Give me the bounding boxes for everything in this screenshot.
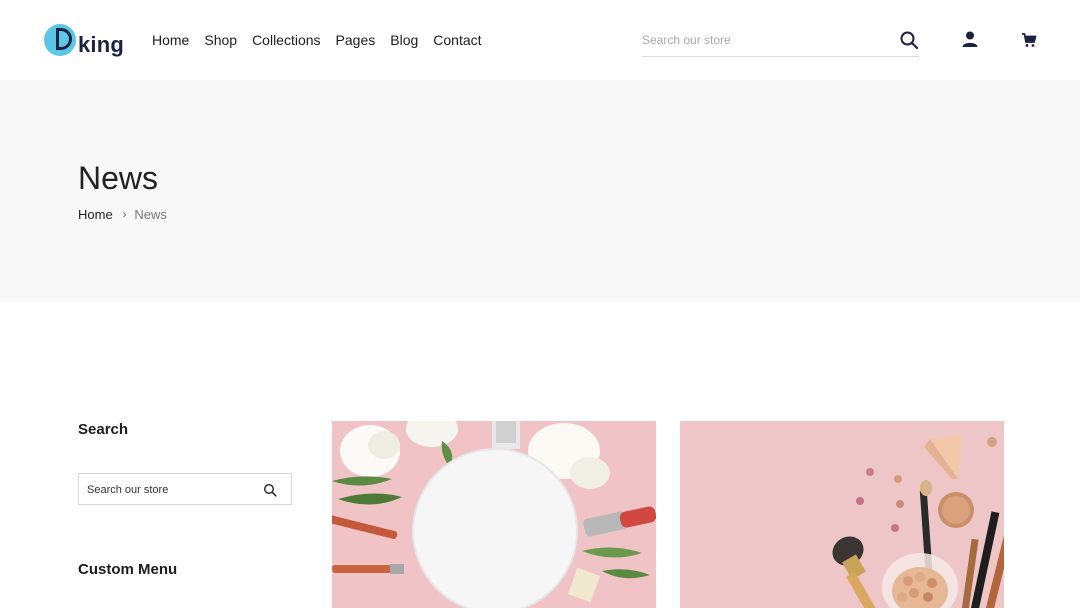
breadcrumb: Home › News <box>78 207 167 222</box>
nav-collections[interactable]: Collections <box>252 31 320 49</box>
breadcrumb-separator-icon: › <box>122 208 127 221</box>
search-icon[interactable] <box>899 30 919 50</box>
sidebar-search-icon[interactable] <box>263 483 277 497</box>
sidebar-menu-heading: Custom Menu <box>78 561 178 578</box>
sidebar-search <box>78 473 292 505</box>
nav-home[interactable]: Home <box>152 31 189 49</box>
page-title-band: News Home › News <box>0 80 1080 302</box>
breadcrumb-current: News <box>134 207 167 222</box>
logo-text: king <box>78 32 125 57</box>
breadcrumb-home[interactable]: Home <box>78 207 113 222</box>
blog-post-image[interactable] <box>332 421 656 608</box>
blog-post-image[interactable] <box>680 421 1004 608</box>
nav-blog[interactable]: Blog <box>390 31 418 49</box>
sidebar-search-heading: Search <box>78 421 129 438</box>
user-icon[interactable] <box>961 30 979 48</box>
page-title: News <box>78 160 159 196</box>
header-search-input[interactable] <box>642 27 882 53</box>
logo[interactable]: king <box>44 22 134 62</box>
main-nav: Home Shop Collections Pages Blog Contact <box>152 31 497 49</box>
cart-icon[interactable] <box>1021 32 1037 48</box>
cosmetics-flowers-image <box>332 421 656 608</box>
sidebar-search-input[interactable] <box>87 480 257 500</box>
nav-pages[interactable]: Pages <box>336 31 376 49</box>
makeup-brushes-image <box>680 421 1004 608</box>
nav-shop[interactable]: Shop <box>204 31 237 49</box>
header-search <box>642 27 919 57</box>
nav-contact[interactable]: Contact <box>433 31 481 49</box>
site-header: king Home Shop Collections Pages Blog Co… <box>0 0 1080 80</box>
